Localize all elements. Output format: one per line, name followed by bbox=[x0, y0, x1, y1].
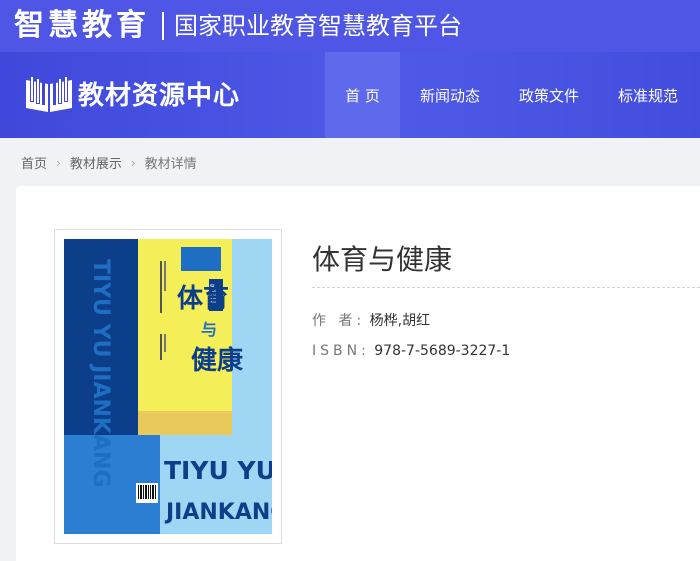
nav-item-home[interactable]: 首 页 bbox=[325, 52, 400, 138]
resource-center-logo[interactable]: 教材资源中心 bbox=[24, 74, 240, 112]
brand-logo-text[interactable]: 智慧教育 bbox=[14, 11, 150, 41]
breadcrumb-textbook-detail: 教材详情 bbox=[144, 157, 197, 172]
platform-title[interactable]: 国家职业教育智慧教育平台 bbox=[174, 14, 462, 38]
textbook-detail-card: TIYU YU JIANKANG 第四版 体育 与 健康 TIYU YU JIA… bbox=[16, 186, 700, 561]
title-divider bbox=[312, 287, 700, 288]
cover-title-mid: 与 bbox=[201, 320, 217, 339]
cover-title-line2: 健康 bbox=[191, 345, 244, 376]
breadcrumb: 首页 › 教材展示 › 教材详情 bbox=[21, 153, 197, 173]
author-value: 杨桦,胡红 bbox=[369, 313, 431, 329]
nav-item-news[interactable]: 新闻动态 bbox=[408, 52, 492, 138]
cover-front-pinyin-1: TIYU YU bbox=[164, 456, 272, 485]
book-cover-frame: TIYU YU JIANKANG 第四版 体育 与 健康 TIYU YU JIA… bbox=[54, 229, 282, 544]
cover-title-line1: 体育 bbox=[177, 283, 229, 314]
cover-front-pinyin-2: JIANKANG bbox=[164, 500, 272, 525]
main-navbar: 教材资源中心 首 页 新闻动态 政策文件 标准规范 bbox=[0, 52, 700, 138]
author-row: 作 者: 杨桦,胡红 bbox=[312, 310, 430, 330]
open-book-icon bbox=[26, 76, 72, 112]
top-banner: 智慧教育 国家职业教育智慧教育平台 bbox=[0, 0, 700, 52]
book-title: 体育与健康 bbox=[312, 243, 453, 276]
breadcrumb-textbook-display[interactable]: 教材展示 bbox=[70, 153, 122, 172]
resource-center-name: 教材资源中心 bbox=[78, 80, 241, 111]
breadcrumb-home[interactable]: 首页 bbox=[21, 153, 47, 172]
chevron-right-icon: › bbox=[130, 155, 136, 170]
nav-item-policy[interactable]: 政策文件 bbox=[507, 52, 591, 138]
isbn-label: ISBN: bbox=[312, 343, 370, 359]
isbn-row: ISBN: 978-7-5689-3227-1 bbox=[312, 343, 510, 359]
cover-side-pinyin: TIYU YU JIANKANG bbox=[88, 259, 113, 487]
nav-item-standards[interactable]: 标准规范 bbox=[606, 52, 690, 138]
author-label: 作 者: bbox=[312, 313, 366, 329]
book-cover-image[interactable]: TIYU YU JIANKANG 第四版 体育 与 健康 TIYU YU JIA… bbox=[64, 239, 272, 534]
chevron-right-icon: › bbox=[56, 155, 61, 170]
brand-divider bbox=[162, 12, 164, 40]
isbn-value: 978-7-5689-3227-1 bbox=[374, 343, 511, 359]
